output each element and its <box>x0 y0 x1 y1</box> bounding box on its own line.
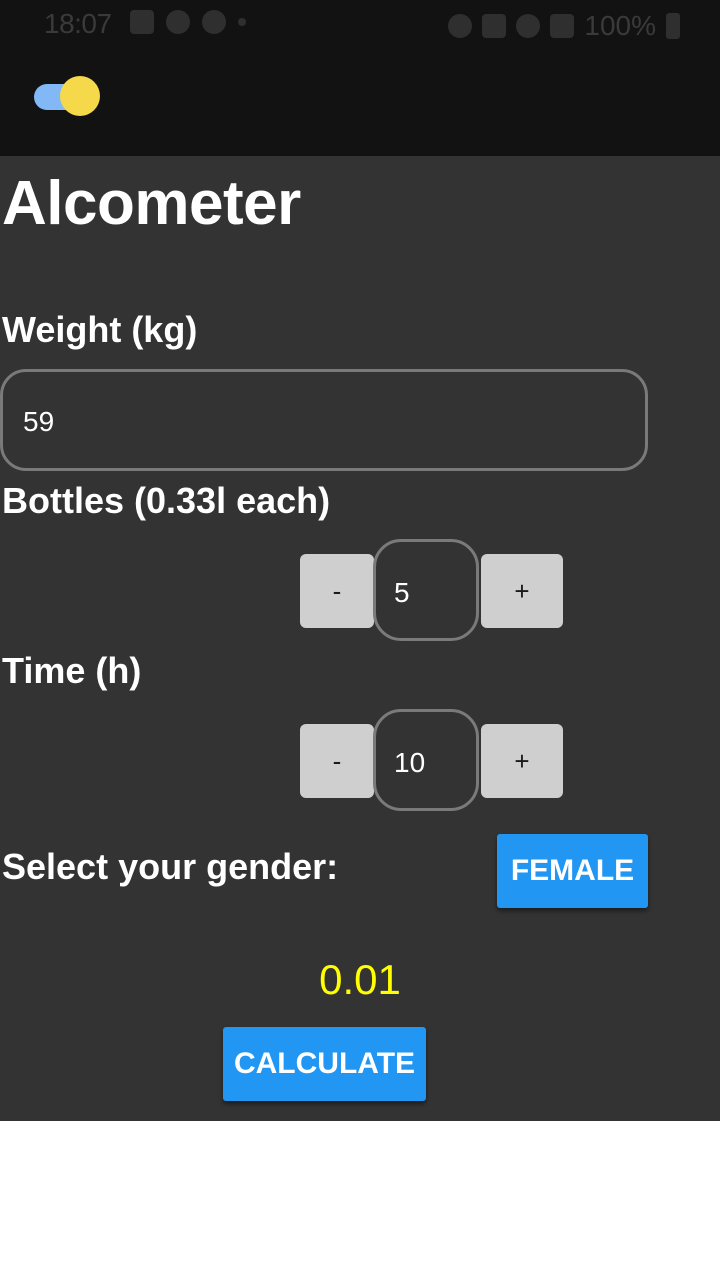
cloud-off-icon <box>202 10 226 34</box>
time-decrement-button[interactable]: - <box>300 724 374 798</box>
signal-icon <box>550 14 575 38</box>
weight-label: Weight (kg) <box>2 309 198 350</box>
bottles-increment-button[interactable]: + <box>481 554 563 628</box>
toggle-knob <box>60 76 100 116</box>
main-content: Alcometer Weight (kg) 59 Bottles (0.33l … <box>0 156 720 1121</box>
gallery-icon <box>130 10 154 34</box>
dot-icon <box>238 18 246 26</box>
gender-label: Select your gender: <box>2 846 339 887</box>
result-value: 0.01 <box>319 956 401 1003</box>
calculate-button[interactable]: CALCULATE <box>223 1027 426 1101</box>
bottles-label: Bottles (0.33l each) <box>2 480 331 521</box>
bottles-decrement-button[interactable]: - <box>300 554 374 628</box>
gender-select-button[interactable]: FEMALE <box>497 834 648 908</box>
status-time: 18:07 <box>44 8 112 39</box>
time-input[interactable]: 10 <box>373 709 479 811</box>
theme-toggle[interactable] <box>34 76 100 116</box>
time-value: 10 <box>394 747 426 778</box>
page-title: Alcometer <box>2 169 301 238</box>
time-label: Time (h) <box>2 650 142 691</box>
status-bar: 18:07 100% <box>0 0 720 48</box>
app-bar <box>0 48 720 156</box>
battery-icon <box>666 13 680 39</box>
battery-percent: 100% <box>584 10 656 41</box>
bottles-input[interactable]: 5 <box>373 539 479 641</box>
weight-input[interactable]: 59 <box>0 369 648 471</box>
mute-icon <box>482 14 507 38</box>
alarm-icon <box>448 14 473 38</box>
status-right-icons: 100% <box>448 10 680 42</box>
time-increment-button[interactable]: + <box>481 724 563 798</box>
a-badge-icon <box>166 10 190 34</box>
bottles-value: 5 <box>394 577 410 608</box>
status-left-icons <box>130 10 246 34</box>
wifi-icon <box>516 14 541 38</box>
weight-value: 59 <box>23 406 55 437</box>
